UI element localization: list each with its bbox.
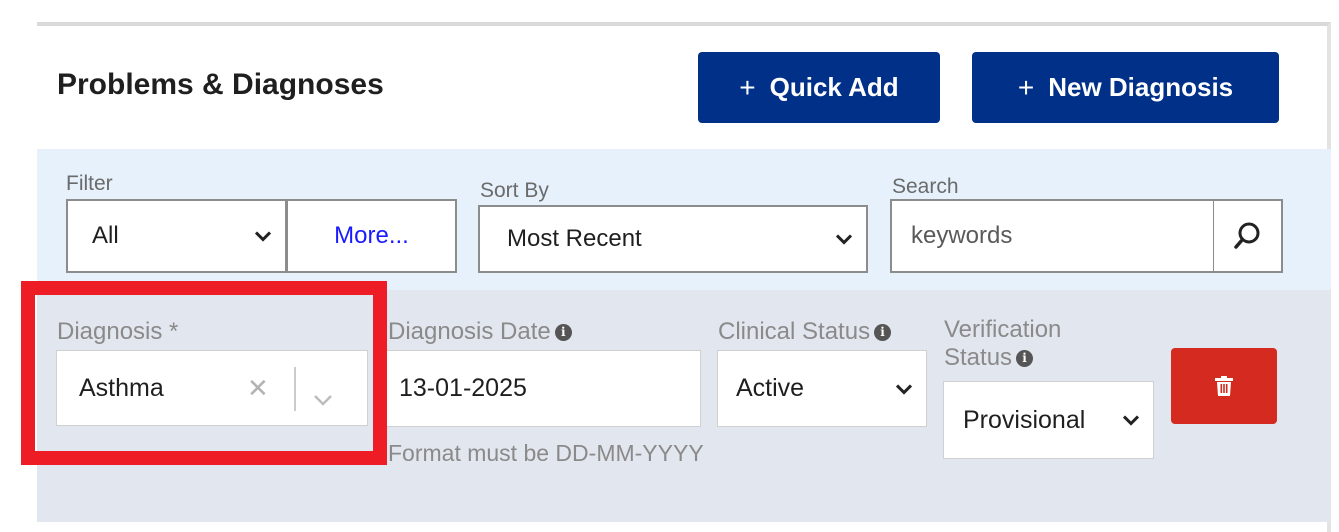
- search-placeholder: keywords: [911, 222, 1013, 249]
- diagnosis-date-input[interactable]: 13-01-2025: [384, 350, 701, 427]
- plus-icon: +: [739, 71, 756, 103]
- sort-select[interactable]: Most Recent: [478, 205, 868, 273]
- clinical-status-value: Active: [736, 374, 805, 402]
- chevron-down-icon: [835, 228, 853, 251]
- verification-label-line-1: Verification: [944, 316, 1062, 343]
- diagnosis-date-label: Diagnosis Date i: [388, 318, 572, 346]
- search-button[interactable]: [1214, 199, 1283, 273]
- verification-status-label: Verification Status i: [944, 316, 1061, 372]
- search-input[interactable]: keywords: [890, 199, 1215, 273]
- chevron-down-icon: [1122, 409, 1140, 432]
- quick-add-label: Quick Add: [769, 72, 899, 102]
- plus-icon: +: [1017, 71, 1035, 103]
- verification-status-select[interactable]: Provisional: [943, 381, 1154, 459]
- new-diagnosis-button[interactable]: + New Diagnosis: [972, 52, 1279, 123]
- chevron-down-icon: [895, 377, 913, 400]
- verification-status-value: Provisional: [963, 405, 1086, 434]
- verification-label-line-2: Status: [944, 344, 1013, 371]
- trash-icon: [1215, 376, 1233, 396]
- delete-button[interactable]: [1171, 348, 1277, 424]
- clinical-status-label-text: Clinical Status: [718, 318, 871, 345]
- filter-select[interactable]: All: [66, 199, 287, 273]
- search-icon: [1233, 222, 1259, 249]
- clinical-status-label: Clinical Status i: [718, 318, 892, 346]
- info-icon: i: [874, 324, 892, 342]
- page-title: Problems & Diagnoses: [57, 68, 384, 101]
- filter-value: All: [92, 222, 119, 249]
- clinical-status-select[interactable]: Active: [717, 350, 927, 427]
- diagnosis-date-label-text: Diagnosis Date: [388, 318, 551, 345]
- info-icon: i: [554, 324, 572, 342]
- chevron-down-icon: [254, 225, 272, 248]
- sort-value: Most Recent: [507, 225, 642, 252]
- filter-label: Filter: [66, 172, 113, 195]
- new-diagnosis-label: New Diagnosis: [1048, 72, 1234, 102]
- diagnosis-date-value: 13-01-2025: [399, 374, 527, 402]
- highlight-box: [21, 281, 387, 465]
- date-format-hint: Format must be DD-MM-YYYY: [388, 440, 704, 466]
- top-rule: [0, 0, 1339, 22]
- more-filters-button[interactable]: More...: [286, 199, 457, 273]
- info-icon: i: [1016, 350, 1034, 368]
- quick-add-button[interactable]: + Quick Add: [698, 52, 940, 123]
- search-label: Search: [892, 175, 959, 198]
- sort-label: Sort By: [480, 179, 549, 202]
